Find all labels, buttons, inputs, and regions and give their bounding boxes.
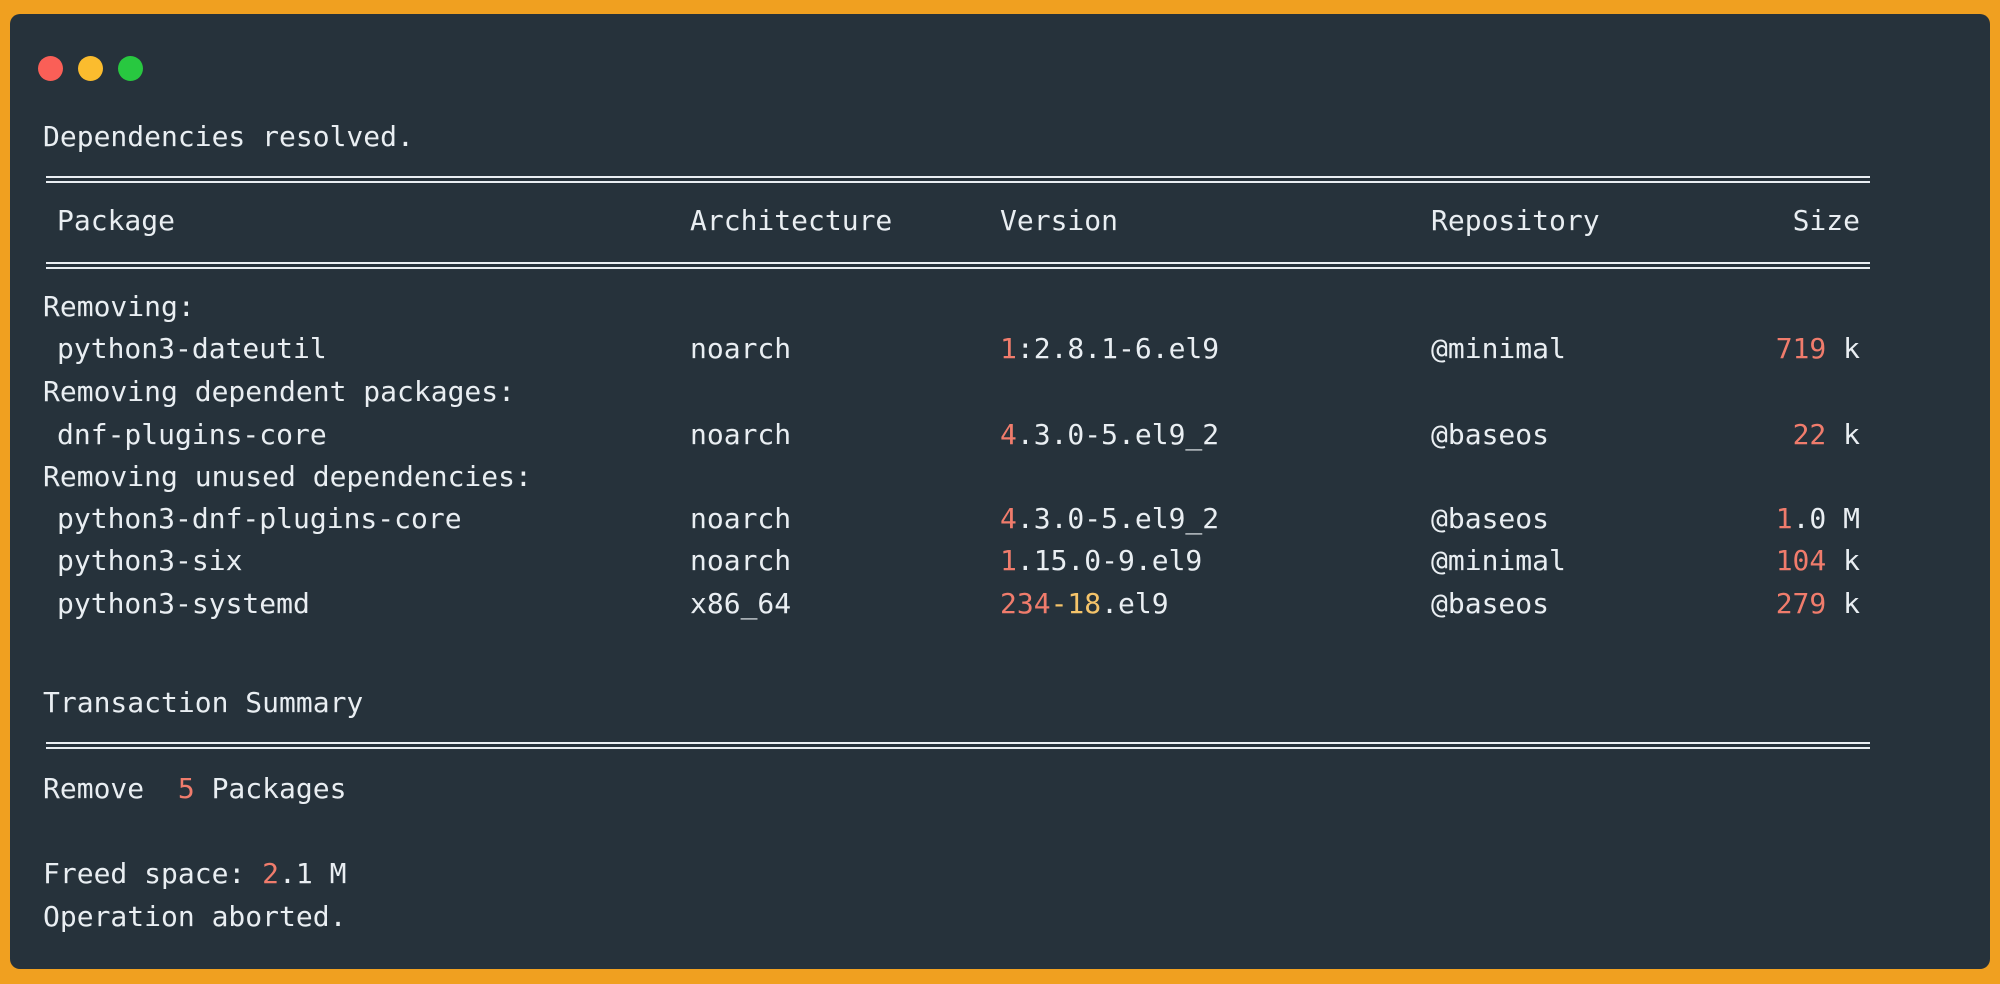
header-repository: Repository [1431,204,1600,237]
row-version: 1.15.0-9.el9 [1000,544,1203,577]
header-architecture: Architecture [690,204,893,237]
row-version: 1:2.8.1-6.el9 [1000,332,1220,365]
row-arch: noarch [690,544,792,577]
row-package: dnf-plugins-core [57,418,327,451]
row-size: 22 k [1792,418,1860,451]
row-size: 1.0 M [1775,502,1860,535]
freed-space-line: Freed space: 2.1 M [43,857,347,890]
row-arch: noarch [690,418,792,451]
header-version: Version [1000,204,1119,237]
row-repo: @baseos [1431,587,1550,620]
deps-resolved-line: Dependencies resolved. [43,120,414,153]
terminal-output[interactable]: Dependencies resolved. Package Architect… [43,14,1883,969]
row-arch: noarch [690,332,792,365]
row-package: python3-dnf-plugins-core [57,502,462,535]
row-version: 234-18.el9 [1000,587,1169,620]
header-size: Size [1792,204,1860,237]
section-removing-unused: Removing unused dependencies: [43,460,532,493]
header-package: Package [57,204,176,237]
summary-rule [46,742,1870,749]
row-size: 279 k [1775,587,1860,620]
row-repo: @baseos [1431,502,1550,535]
section-removing: Removing: [43,290,195,323]
row-version: 4.3.0-5.el9_2 [1000,502,1220,535]
row-size: 104 k [1775,544,1860,577]
row-package: python3-dateutil [57,332,327,365]
table-top-rule [46,176,1870,183]
row-repo: @baseos [1431,418,1550,451]
row-repo: @minimal [1431,544,1566,577]
row-arch: noarch [690,502,792,535]
table-header-rule [46,262,1870,269]
row-arch: x86_64 [690,587,792,620]
row-version: 4.3.0-5.el9_2 [1000,418,1220,451]
remove-count-line: Remove 5 Packages [43,772,347,805]
row-size: 719 k [1775,332,1860,365]
transaction-summary-title: Transaction Summary [43,686,364,719]
terminal-window: Dependencies resolved. Package Architect… [10,14,1990,969]
section-removing-dependent: Removing dependent packages: [43,375,516,408]
row-repo: @minimal [1431,332,1566,365]
operation-aborted-line: Operation aborted. [43,900,347,933]
row-package: python3-systemd [57,587,310,620]
row-package: python3-six [57,544,243,577]
